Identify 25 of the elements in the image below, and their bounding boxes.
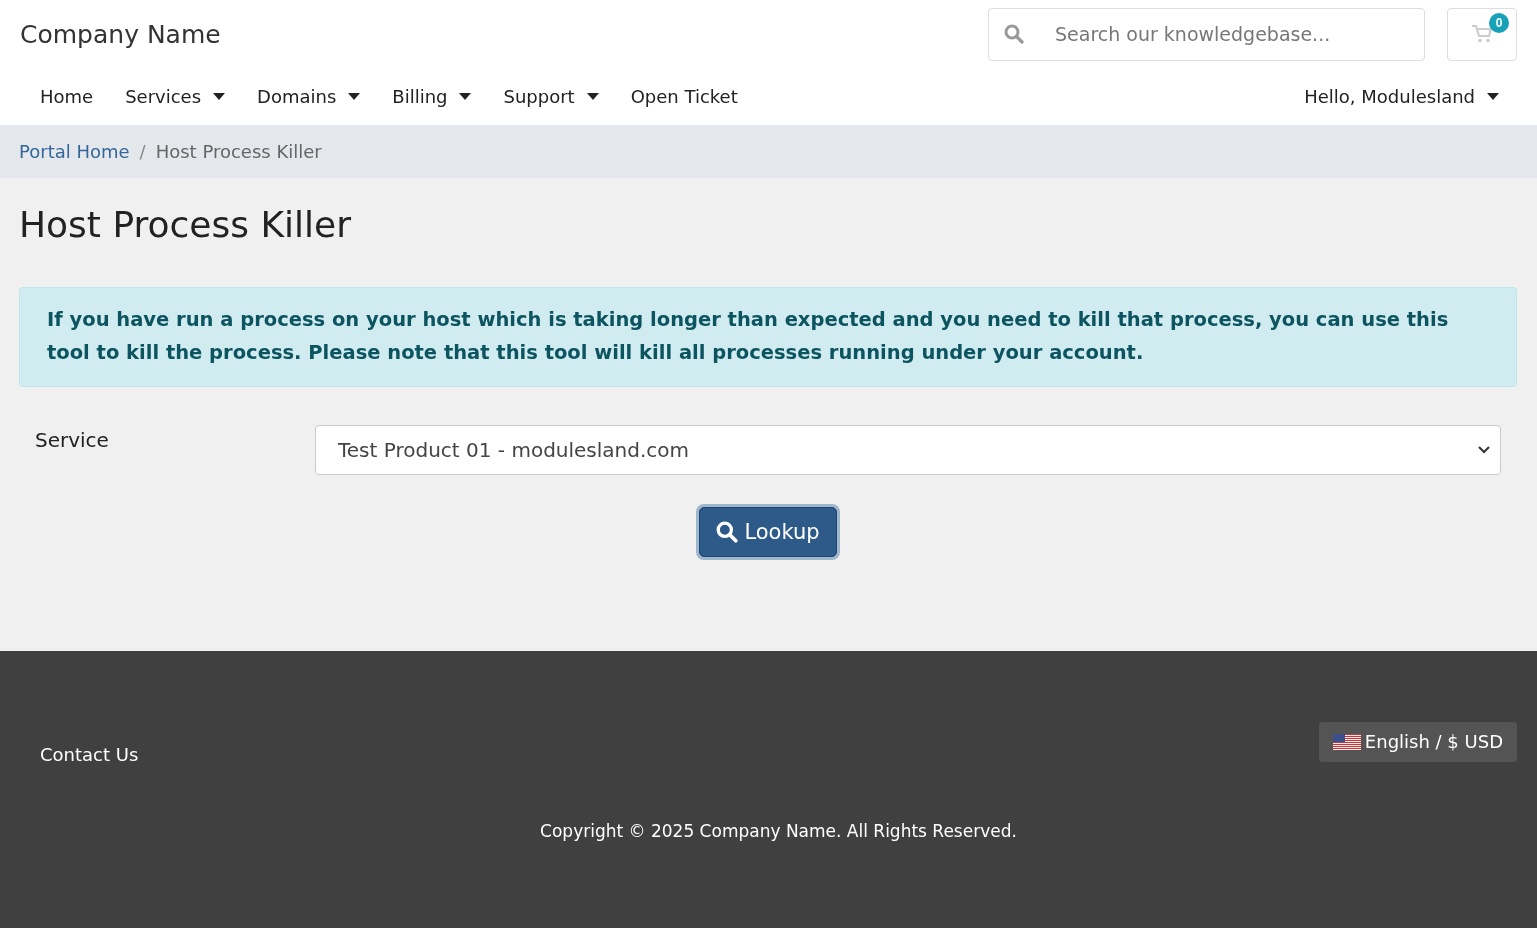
breadcrumb-current: Host Process Killer — [155, 141, 322, 162]
breadcrumb-separator: / — [139, 141, 146, 162]
nav-link[interactable]: Home — [24, 86, 110, 107]
field-label: Service — [35, 427, 110, 452]
company-logo-text[interactable]: Company Name — [20, 19, 988, 49]
lookup-button[interactable]: Lookup — [699, 507, 837, 557]
nav-link[interactable]: Domains — [241, 86, 377, 107]
nav-link[interactable]: Open Ticket — [614, 86, 754, 107]
cart-count-badge: 0 — [1489, 12, 1509, 33]
page-title: Host Process Killer — [19, 204, 352, 245]
service-select[interactable]: Test Product 01 - modulesland.com — [315, 425, 1501, 475]
flag-icon — [1332, 733, 1361, 750]
footer-link[interactable]: Contact Us — [40, 744, 139, 765]
language-button[interactable]: English / $ USD — [1318, 721, 1517, 762]
search-icon — [716, 521, 739, 543]
search-field[interactable]: Search our knowledgebase... — [988, 7, 1425, 61]
breadcrumb-link[interactable]: Portal Home — [19, 141, 130, 162]
nav-link[interactable]: Billing — [376, 86, 488, 107]
nav-link[interactable]: Services — [109, 86, 242, 107]
info-alert: If you have run a process on your host which is taking longer than expected and you need to kill that process, you can use this tool to kill the process. Please note that this tool will kill all processes running under your account. — [19, 287, 1517, 387]
nav-link[interactable]: Support — [487, 86, 615, 107]
copyright-text: Copyright © 2025 Company Name. All Rights Reserved. — [539, 821, 1018, 841]
chevron-icon — [1478, 446, 1490, 454]
account-menu[interactable]: Hello, Modulesland — [1288, 86, 1515, 107]
cart-icon — [1471, 24, 1493, 44]
